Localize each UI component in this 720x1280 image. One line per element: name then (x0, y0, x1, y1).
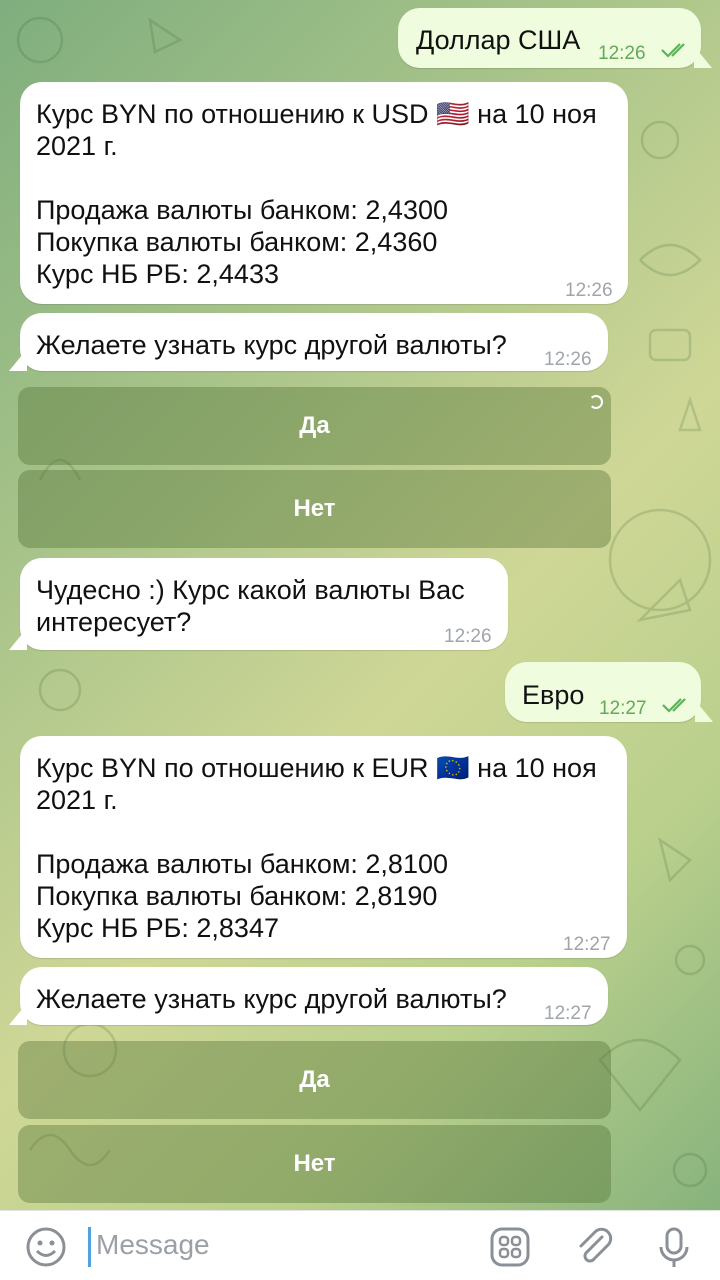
button-label: Да (299, 412, 330, 439)
message-incoming[interactable]: Курс BYN по отношению к EUR 🇪🇺 на 10 ноя… (20, 736, 627, 958)
message-text: Желаете узнать курс другой валюты? (36, 330, 507, 360)
message-time: 12:27 (544, 1003, 592, 1024)
message-incoming[interactable]: Чудесно :) Курс какой валюты Вас интерес… (9, 558, 508, 650)
button-label: Да (299, 1066, 330, 1093)
bubble-tail (9, 349, 27, 371)
text-cursor (88, 1227, 91, 1267)
bot-commands-icon[interactable] (488, 1225, 532, 1269)
message-outgoing[interactable]: Евро 12:27 (505, 662, 713, 722)
message-text: Курс BYN по отношению к USD 🇺🇸 на 10 ноя… (36, 99, 597, 289)
message-text: Доллар США (416, 25, 581, 55)
message-input-bar: Message (0, 1210, 720, 1280)
message-incoming[interactable]: Курс BYN по отношению к USD 🇺🇸 на 10 ноя… (20, 82, 628, 304)
loading-spinner-icon (589, 395, 603, 409)
bubble-tail (694, 46, 712, 68)
message-input[interactable]: Message (96, 1229, 210, 1261)
message-incoming[interactable]: Желаете узнать курс другой валюты? 12:27 (9, 967, 608, 1025)
message-text: Евро (522, 680, 585, 710)
microphone-icon[interactable] (652, 1223, 696, 1271)
message-text: Курс BYN по отношению к EUR 🇪🇺 на 10 ноя… (36, 753, 597, 943)
inline-button-no[interactable]: Нет (18, 470, 611, 548)
inline-button-yes[interactable]: Да (18, 1041, 611, 1119)
inline-button-yes[interactable]: Да (18, 387, 611, 465)
bubble-tail (695, 700, 713, 722)
message-text: Желаете узнать курс другой валюты? (36, 984, 507, 1014)
paperclip-icon[interactable] (572, 1225, 616, 1269)
message-time: 12:27 (599, 698, 647, 719)
message-time: 12:26 (598, 43, 646, 64)
message-time: 12:26 (565, 280, 613, 301)
message-time: 12:27 (563, 934, 611, 955)
double-check-icon (662, 698, 686, 713)
message-time: 12:26 (544, 349, 592, 370)
message-incoming[interactable]: Желаете узнать курс другой валюты? 12:26 (9, 313, 608, 371)
inline-button-no[interactable]: Нет (18, 1125, 611, 1203)
button-label: Нет (293, 495, 336, 522)
double-check-icon (661, 43, 685, 58)
message-outgoing[interactable]: Доллар США 12:26 (398, 8, 712, 68)
message-text: Чудесно :) Курс какой валюты Вас интерес… (36, 575, 465, 637)
smiley-icon[interactable] (24, 1225, 68, 1269)
bubble-tail (9, 628, 27, 650)
button-label: Нет (293, 1150, 336, 1177)
message-time: 12:26 (444, 626, 492, 647)
bubble-tail (9, 1003, 27, 1025)
chat-area[interactable]: Доллар США 12:26 Курс BYN по отношению к… (0, 0, 720, 1210)
